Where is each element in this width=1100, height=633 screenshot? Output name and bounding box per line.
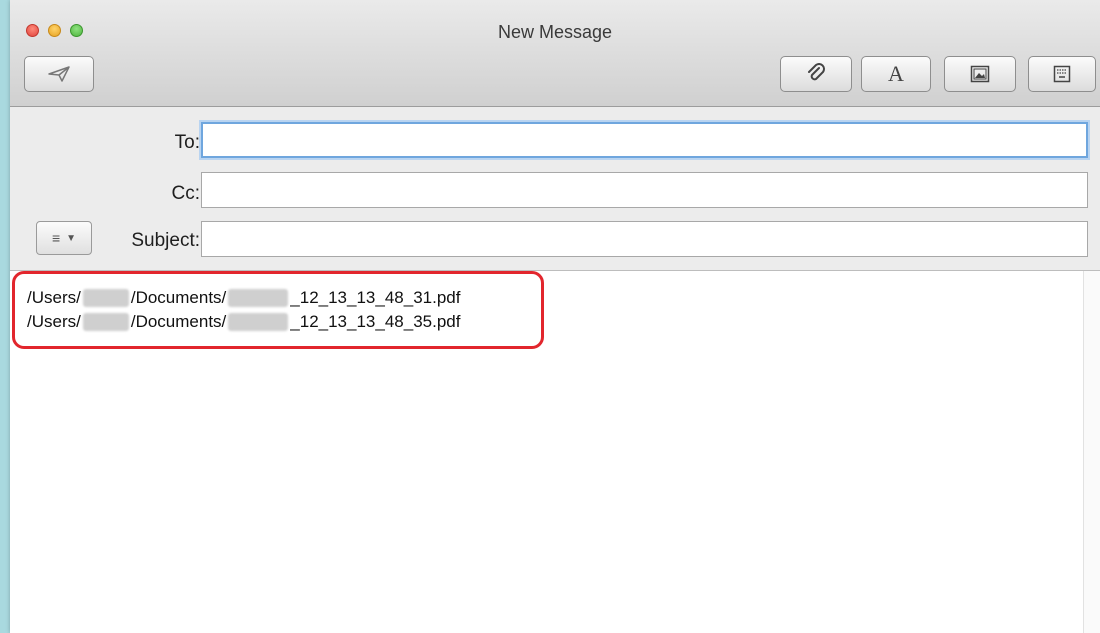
cc-field[interactable] xyxy=(201,172,1088,208)
send-button[interactable] xyxy=(24,56,94,92)
to-label: To: xyxy=(174,132,200,153)
photo-browser-button[interactable] xyxy=(944,56,1016,92)
cc-label: Cc: xyxy=(171,183,201,204)
stationery-icon xyxy=(1053,65,1071,83)
header-format-menu[interactable]: ≡ ▼ xyxy=(36,221,92,255)
attach-button[interactable] xyxy=(780,56,852,92)
paperclip-icon xyxy=(808,63,825,81)
font-icon: A xyxy=(888,61,904,86)
mail-window: New Message A To: Cc: ≡ ▼ Subject: /User… xyxy=(10,0,1100,633)
window-title: New Message xyxy=(497,22,613,42)
subject-field[interactable] xyxy=(201,221,1088,257)
stationery-button[interactable] xyxy=(1028,56,1096,92)
body-scrollbar[interactable] xyxy=(1083,271,1100,633)
message-header: To: Cc: ≡ ▼ Subject: xyxy=(10,107,1100,271)
to-field[interactable] xyxy=(201,122,1088,158)
title-bar: New Message A xyxy=(10,0,1100,107)
photo-browser-icon xyxy=(970,65,990,83)
list-icon: ≡ xyxy=(51,230,61,246)
subject-label: Subject: xyxy=(131,230,200,251)
highlight-annotation xyxy=(12,271,544,349)
show-fonts-button[interactable]: A xyxy=(861,56,931,92)
chevron-down-icon: ▼ xyxy=(66,232,77,244)
paper-plane-icon xyxy=(48,66,70,82)
